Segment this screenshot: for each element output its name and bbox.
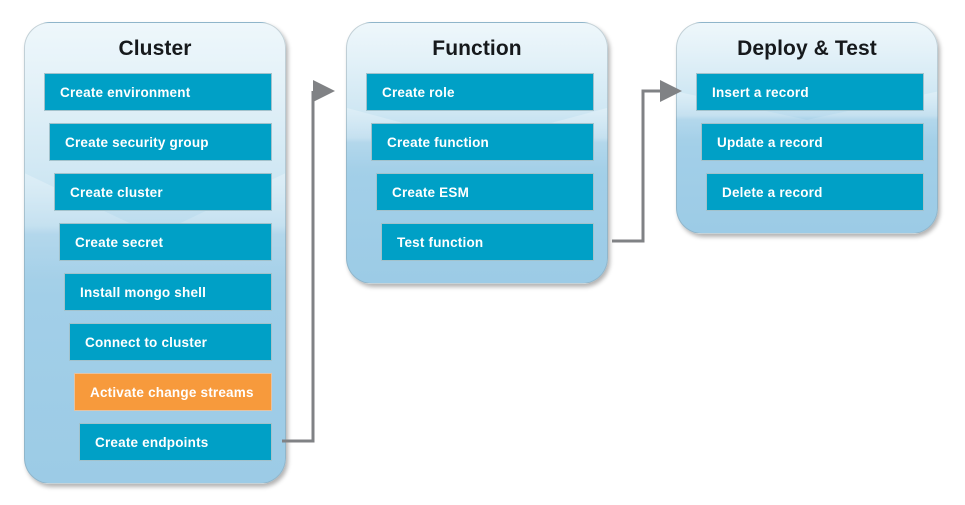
step-create-secret[interactable]: Create secret — [59, 223, 272, 261]
step-create-esm[interactable]: Create ESM — [376, 173, 594, 211]
step-create-cluster[interactable]: Create cluster — [54, 173, 272, 211]
workflow-diagram: Cluster Create environment Create securi… — [0, 0, 965, 505]
step-create-function[interactable]: Create function — [371, 123, 594, 161]
step-test-function[interactable]: Test function — [381, 223, 594, 261]
stage-deploy-test-title: Deploy & Test — [737, 37, 877, 60]
step-create-environment[interactable]: Create environment — [44, 73, 272, 111]
connector-function-to-deploy-test — [612, 80, 682, 243]
step-insert-a-record[interactable]: Insert a record — [696, 73, 924, 111]
stage-cluster-title: Cluster — [118, 37, 192, 60]
step-delete-a-record[interactable]: Delete a record — [706, 173, 924, 211]
step-create-endpoints[interactable]: Create endpoints — [79, 423, 272, 461]
step-install-mongo-shell[interactable]: Install mongo shell — [64, 273, 272, 311]
step-update-a-record[interactable]: Update a record — [701, 123, 924, 161]
step-activate-change-streams[interactable]: Activate change streams — [74, 373, 272, 411]
stage-function-title: Function — [432, 37, 522, 60]
connector-cluster-to-function — [282, 80, 335, 443]
step-create-role[interactable]: Create role — [366, 73, 594, 111]
stage-cluster: Cluster Create environment Create securi… — [24, 22, 286, 484]
step-create-security-group[interactable]: Create security group — [49, 123, 272, 161]
step-connect-to-cluster[interactable]: Connect to cluster — [69, 323, 272, 361]
